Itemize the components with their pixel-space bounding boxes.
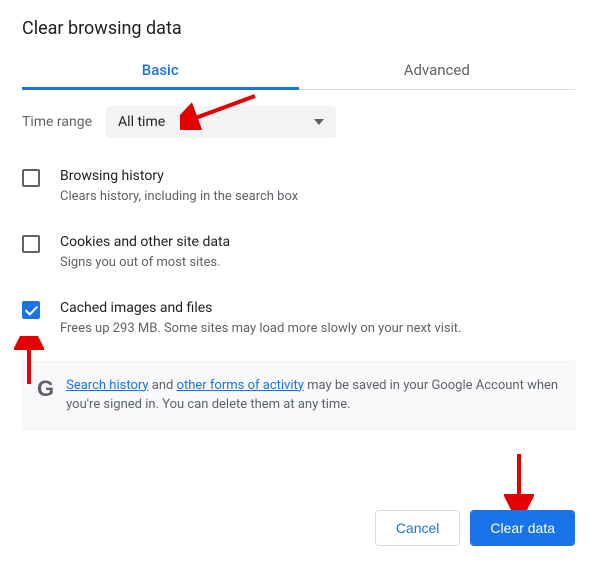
link-search-history[interactable]: Search history — [66, 378, 148, 393]
tab-advanced[interactable]: Advanced — [299, 49, 576, 89]
button-row: Cancel Clear data — [22, 510, 575, 546]
checkbox-cookies[interactable] — [22, 235, 40, 253]
tab-basic[interactable]: Basic — [22, 49, 299, 89]
tab-underline — [22, 87, 299, 90]
tab-bar: Basic Advanced — [22, 49, 575, 90]
checkbox-browsing-history[interactable] — [22, 169, 40, 187]
time-range-label: Time range — [22, 114, 92, 130]
annotation-arrow — [504, 450, 534, 510]
info-text: Search history and other forms of activi… — [66, 376, 560, 415]
chevron-down-icon — [314, 119, 324, 125]
option-browsing-history: Browsing history Clears history, includi… — [22, 158, 575, 224]
option-cache: Cached images and files Frees up 293 MB.… — [22, 290, 575, 356]
option-cookies: Cookies and other site data Signs you ou… — [22, 224, 575, 290]
time-range-select[interactable]: All time — [106, 106, 336, 138]
checkbox-cache[interactable] — [22, 301, 40, 319]
time-range-value: All time — [118, 114, 165, 130]
time-range-row: Time range All time — [22, 90, 575, 158]
option-desc: Signs you out of most sites. — [60, 254, 230, 272]
dialog-title: Clear browsing data — [22, 18, 575, 39]
clear-data-button[interactable]: Clear data — [470, 510, 575, 546]
option-title: Cookies and other site data — [60, 234, 230, 250]
option-title: Cached images and files — [60, 300, 461, 316]
info-box: G Search history and other forms of acti… — [22, 361, 575, 430]
option-desc: Frees up 293 MB. Some sites may load mor… — [60, 320, 461, 338]
google-icon: G — [37, 378, 54, 400]
option-desc: Clears history, including in the search … — [60, 188, 298, 206]
cancel-button[interactable]: Cancel — [375, 510, 461, 546]
link-other-activity[interactable]: other forms of activity — [177, 378, 304, 393]
option-title: Browsing history — [60, 168, 298, 184]
